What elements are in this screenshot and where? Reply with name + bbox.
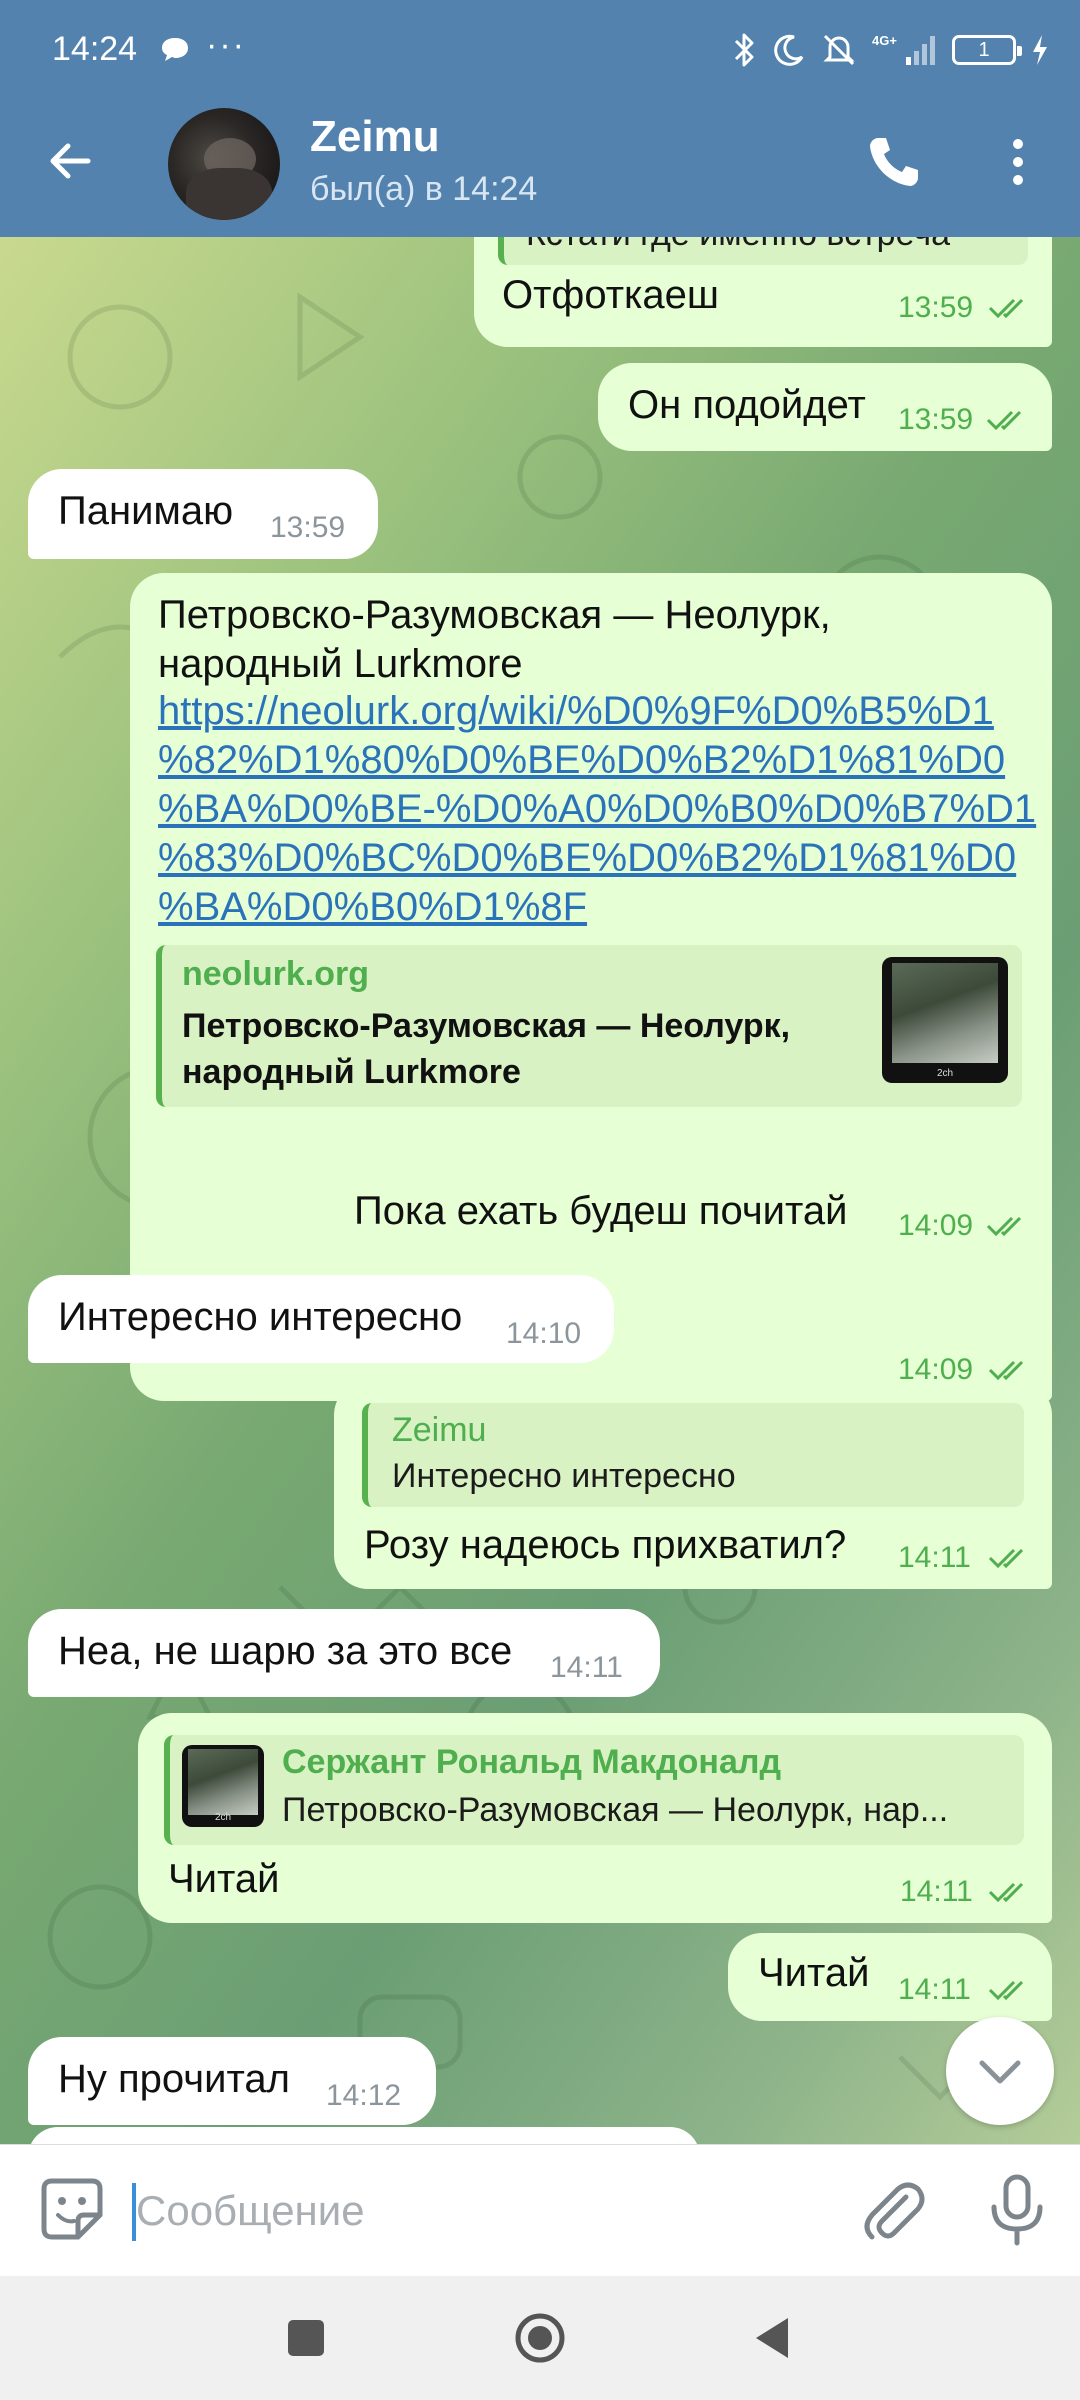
- back-button[interactable]: [742, 2306, 806, 2370]
- link-preview-title: Петровско-Разумовская — Неолурк, народны…: [182, 1007, 791, 1091]
- avatar[interactable]: [168, 108, 280, 220]
- message-link[interactable]: %BA%D0%BE-%D0%A0%D0%B0%D0%B7%D1: [158, 785, 1036, 834]
- message-time: 14:11: [898, 1541, 971, 1574]
- moon-icon: [774, 34, 804, 66]
- message-list[interactable]: Кстати где именно встреча Отфоткаеш 13:5…: [0, 237, 1080, 2144]
- bluetooth-icon: [734, 33, 754, 67]
- battery-icon: 1: [952, 35, 1022, 65]
- microphone-icon[interactable]: [982, 2173, 1052, 2247]
- double-check-icon: [988, 298, 1024, 319]
- message-time: 14:10: [506, 1317, 582, 1350]
- status-more-dots: ···: [206, 26, 246, 64]
- reply-quote-author: Zeimu: [392, 1411, 487, 1449]
- paperclip-icon[interactable]: [858, 2175, 928, 2245]
- link-preview-site: neolurk.org: [182, 955, 370, 993]
- message-time: 14:12: [326, 2079, 402, 2112]
- back-arrow-icon[interactable]: [36, 126, 106, 196]
- message-time: 14:11: [898, 1973, 971, 2006]
- message-text-line: Петровско-Разумовская — Неолурк,: [158, 593, 831, 637]
- scroll-to-bottom-button[interactable]: [946, 2017, 1054, 2125]
- recent-apps-button[interactable]: [274, 2306, 338, 2370]
- phone-icon[interactable]: [862, 130, 926, 194]
- reply-quote[interactable]: Кстати где именно встреча: [498, 237, 1028, 265]
- message-link[interactable]: https://neolurk.org/wiki/%D0%9F%D0%B5%D1: [158, 687, 994, 736]
- svg-text:4G+: 4G+: [872, 33, 897, 48]
- status-bar: 14:24 ··· 4G+ 1: [0, 0, 1080, 96]
- message-bubble-incoming[interactable]: Панимаю 13:59: [28, 469, 378, 559]
- message-bubble-outgoing[interactable]: Zeimu Интересно интересно Розу надеюсь п…: [334, 1381, 1052, 1589]
- message-bubble-outgoing[interactable]: Он подойдет 13:59: [598, 363, 1052, 451]
- reply-quote[interactable]: Zeimu Интересно интересно: [362, 1403, 1024, 1507]
- message-link[interactable]: %BA%D0%B0%D1%8F: [158, 883, 587, 932]
- more-vert-icon[interactable]: [1000, 130, 1036, 194]
- status-icons: 4G+ 1: [732, 28, 1050, 72]
- reply-quote-text: Петровско-Разумовская — Неолурк, нар...: [282, 1791, 949, 1829]
- message-bubble-incoming[interactable]: Неа, не шарю за это все 14:11: [28, 1609, 660, 1697]
- chat-bubble-icon: [162, 38, 188, 61]
- message-time: 14:11: [550, 1651, 623, 1684]
- system-navigation-bar: [0, 2276, 1080, 2400]
- double-check-icon: [986, 410, 1022, 431]
- contact-name[interactable]: Zeimu: [310, 112, 440, 162]
- message-bubble-incoming[interactable]: Интересно интересно 14:10: [28, 1275, 614, 1363]
- double-check-icon: [988, 1882, 1024, 1903]
- chevron-down-icon: [979, 2060, 1021, 2084]
- double-check-icon: [986, 1216, 1022, 1237]
- message-link[interactable]: %82%D1%80%D0%BE%D0%B2%D1%81%D0: [158, 736, 1005, 785]
- message-time: 13:59: [270, 511, 346, 544]
- reply-quote-thumbnail: 2ch: [182, 1745, 264, 1827]
- message-text-line: народный Lurkmore: [158, 642, 523, 686]
- home-button[interactable]: [508, 2306, 572, 2370]
- message-input[interactable]: [136, 2175, 836, 2247]
- message-time: 14:11: [900, 1875, 973, 1908]
- muted-bell-icon: [823, 34, 855, 66]
- sticker-icon[interactable]: [38, 2175, 106, 2243]
- reply-quote-text: Кстати где именно встреча: [526, 237, 950, 254]
- reply-quote-author: Сержант Рональд Макдоналд: [282, 1743, 782, 1781]
- message-bubble-outgoing[interactable]: Пока ехать будеш почитай 14:09: [324, 1169, 1052, 1257]
- status-time: 14:24: [52, 30, 138, 68]
- charging-icon: [1033, 35, 1047, 65]
- message-time: 14:09: [898, 1209, 974, 1242]
- double-check-icon: [988, 1360, 1024, 1381]
- message-text: Розу надеюсь прихватил?: [364, 1523, 847, 1567]
- signal-icon: 4G+: [872, 33, 935, 65]
- double-check-icon: [988, 1548, 1024, 1569]
- link-preview[interactable]: neolurk.org Петровско-Разумовская — Неол…: [156, 945, 1022, 1107]
- top-bar: 14:24 ··· 4G+ 1 Zeimu был(а) в 14:24: [0, 0, 1080, 237]
- message-text: Читай: [758, 1951, 870, 1995]
- message-text: Неа, не шарю за это все: [58, 1629, 513, 1673]
- link-preview-thumbnail: 2ch: [882, 957, 1008, 1083]
- message-text: Пока ехать будеш почитай: [354, 1189, 848, 1233]
- double-check-icon: [988, 1980, 1024, 2001]
- message-text: Панимаю: [58, 489, 234, 533]
- message-text: Интересно интересно: [58, 1295, 463, 1339]
- message-text: Читай: [168, 1857, 280, 1901]
- message-bubble-outgoing[interactable]: Кстати где именно встреча Отфоткаеш 13:5…: [474, 237, 1052, 347]
- composer-bar: [0, 2144, 1080, 2276]
- message-text: Ну прочитал: [58, 2057, 290, 2101]
- contact-last-seen: был(а) в 14:24: [310, 170, 538, 208]
- message-bubble-incoming[interactable]: Ну прочитал 14:12: [28, 2037, 436, 2125]
- message-time: 13:59: [898, 291, 974, 324]
- message-bubble-incoming-partial[interactable]: [28, 2127, 700, 2144]
- chat-header: Zeimu был(а) в 14:24: [0, 96, 1080, 237]
- message-bubble-outgoing[interactable]: 2ch Сержант Рональд Макдоналд Петровско-…: [138, 1713, 1052, 1923]
- message-text: Отфоткаеш: [502, 273, 719, 317]
- reply-quote-text: Интересно интересно: [392, 1457, 736, 1495]
- message-link[interactable]: %83%D0%BC%D0%BE%D0%B2%D1%81%D0: [158, 834, 1016, 883]
- message-bubble-outgoing[interactable]: Читай 14:11: [728, 1933, 1052, 2021]
- reply-quote[interactable]: 2ch Сержант Рональд Макдоналд Петровско-…: [164, 1735, 1024, 1845]
- message-text: Он подойдет: [628, 383, 866, 427]
- message-time: 13:59: [898, 403, 974, 436]
